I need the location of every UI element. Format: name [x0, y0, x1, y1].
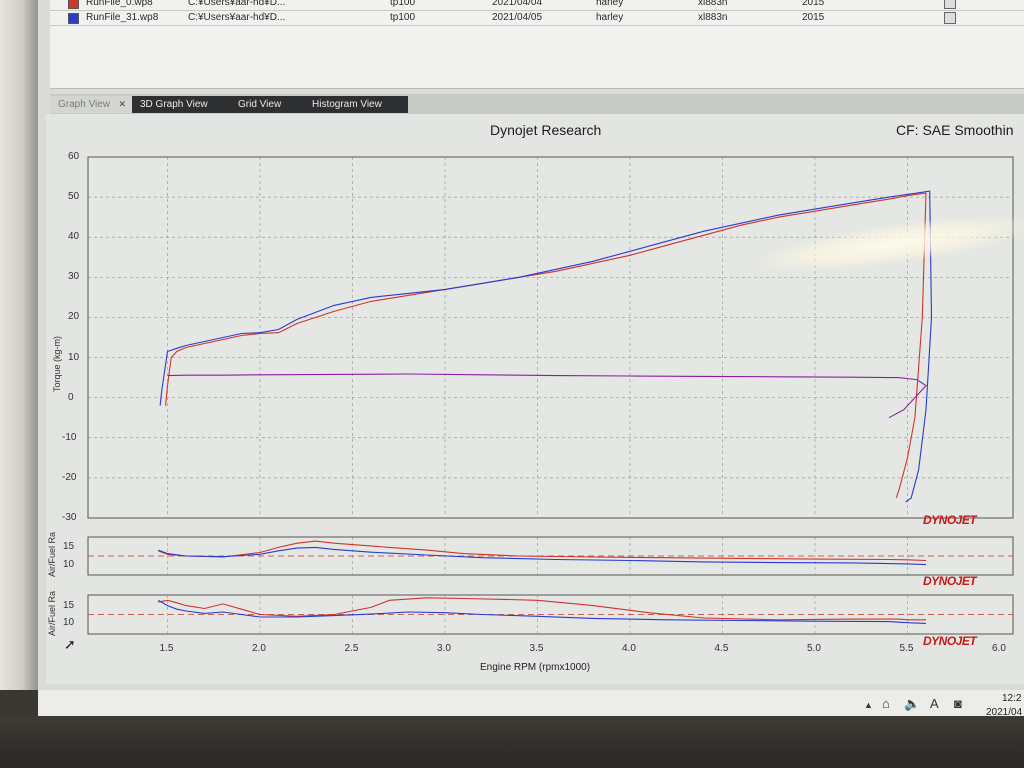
- x-tick-label: 5.0: [807, 643, 821, 654]
- y-tick-label: -20: [62, 471, 77, 483]
- y-tick-label: -30: [62, 512, 77, 523]
- volume-icon[interactable]: 🔈: [904, 696, 920, 712]
- plot-frame-1: [87, 156, 1014, 519]
- dynojet-logo: DYNOJET: [923, 574, 977, 588]
- taskbar: [38, 690, 1024, 716]
- monitor-bezel: [0, 716, 1024, 768]
- y-tick-label: 10: [63, 558, 75, 570]
- y-tick-label: 0: [68, 391, 74, 403]
- afr2-axis-label: Air/Fuel Ra: [47, 590, 57, 636]
- network-icon[interactable]: ⌂: [882, 696, 890, 711]
- x-tick-label: 2.0: [252, 643, 266, 654]
- y-tick-label: 40: [68, 231, 80, 243]
- x-tick-label: 3.0: [437, 643, 451, 654]
- y-tick-label: 50: [68, 191, 80, 203]
- mouse-cursor-icon: ➚: [64, 636, 76, 652]
- y-tick-label: 10: [68, 351, 80, 363]
- x-tick-label: 6.0: [992, 643, 1006, 654]
- y-tick-label: 60: [68, 151, 80, 162]
- y-tick-label: 30: [68, 271, 80, 283]
- x-tick-label: 4.5: [714, 643, 729, 654]
- ime-indicator[interactable]: A: [930, 696, 939, 711]
- afr1-axis-label: Air/Fuel Ra: [47, 531, 57, 577]
- y-tick-label: 20: [68, 311, 80, 323]
- dynojet-logo: DYNOJET: [923, 634, 977, 648]
- y-tick-label: -10: [62, 431, 77, 443]
- x-tick-label: 5.5: [899, 643, 914, 654]
- torque-axis-label: Torque (kg-m): [52, 335, 62, 392]
- tray-expand-icon[interactable]: ▲: [864, 700, 873, 710]
- y-tick-label: 10: [63, 617, 75, 629]
- taskbar-time[interactable]: 12:2: [1002, 693, 1021, 704]
- x-axis-label: Engine RPM (rpmx1000): [480, 662, 591, 673]
- y-tick-label: 15: [63, 541, 75, 553]
- x-tick-label: 1.5: [159, 643, 174, 654]
- x-tick-label: 2.5: [344, 643, 359, 654]
- notification-icon[interactable]: ◙: [954, 696, 962, 711]
- y-tick-label: 15: [63, 599, 75, 611]
- x-tick-label: 3.5: [529, 643, 544, 654]
- dynojet-logo: DYNOJET: [923, 513, 977, 527]
- x-tick-label: 4.0: [622, 643, 636, 654]
- dyno-chart: [87, 156, 1014, 635]
